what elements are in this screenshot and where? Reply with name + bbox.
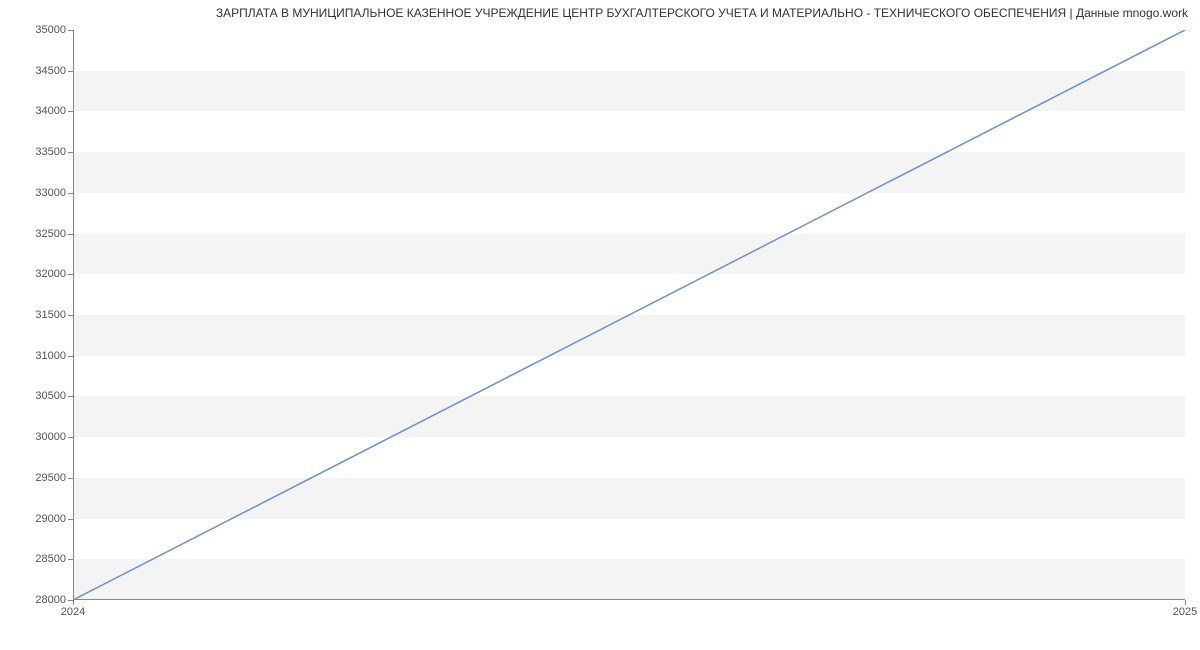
y-axis-label: 30000 bbox=[6, 431, 66, 443]
x-axis-label: 2024 bbox=[61, 606, 85, 618]
y-tick bbox=[68, 356, 73, 357]
y-axis-label: 35000 bbox=[6, 24, 66, 36]
y-tick bbox=[68, 193, 73, 194]
plot-area bbox=[73, 30, 1185, 600]
grid-band bbox=[73, 315, 1185, 356]
y-axis-label: 28000 bbox=[6, 594, 66, 606]
y-axis-label: 31500 bbox=[6, 309, 66, 321]
y-axis-label: 32500 bbox=[6, 228, 66, 240]
y-axis-label: 31000 bbox=[6, 350, 66, 362]
chart-title: ЗАРПЛАТА В МУНИЦИПАЛЬНОЕ КАЗЕННОЕ УЧРЕЖД… bbox=[216, 6, 1188, 20]
y-axis-line bbox=[73, 30, 74, 600]
grid-band bbox=[73, 71, 1185, 112]
grid-band bbox=[73, 559, 1185, 600]
y-tick bbox=[68, 274, 73, 275]
y-axis-label: 34000 bbox=[6, 105, 66, 117]
y-axis-label: 29000 bbox=[6, 513, 66, 525]
y-tick bbox=[68, 396, 73, 397]
y-tick bbox=[68, 30, 73, 31]
x-axis-line bbox=[73, 599, 1185, 600]
y-tick bbox=[68, 152, 73, 153]
y-tick bbox=[68, 559, 73, 560]
y-tick bbox=[68, 519, 73, 520]
chart-container: ЗАРПЛАТА В МУНИЦИПАЛЬНОЕ КАЗЕННОЕ УЧРЕЖД… bbox=[0, 0, 1200, 650]
y-tick bbox=[68, 478, 73, 479]
y-axis-label: 33000 bbox=[6, 187, 66, 199]
grid-band bbox=[73, 396, 1185, 437]
y-tick bbox=[68, 437, 73, 438]
y-tick bbox=[68, 234, 73, 235]
y-axis-label: 28500 bbox=[6, 553, 66, 565]
y-axis-label: 29500 bbox=[6, 472, 66, 484]
y-axis-label: 30500 bbox=[6, 390, 66, 402]
x-tick bbox=[73, 600, 74, 605]
y-axis-label: 34500 bbox=[6, 65, 66, 77]
grid-band bbox=[73, 478, 1185, 519]
y-tick bbox=[68, 111, 73, 112]
y-axis-label: 32000 bbox=[6, 268, 66, 280]
y-axis-label: 33500 bbox=[6, 146, 66, 158]
y-tick bbox=[68, 71, 73, 72]
x-axis-label: 2025 bbox=[1173, 606, 1197, 618]
y-tick bbox=[68, 315, 73, 316]
grid-band bbox=[73, 152, 1185, 193]
grid-band bbox=[73, 234, 1185, 275]
x-tick bbox=[1185, 600, 1186, 605]
